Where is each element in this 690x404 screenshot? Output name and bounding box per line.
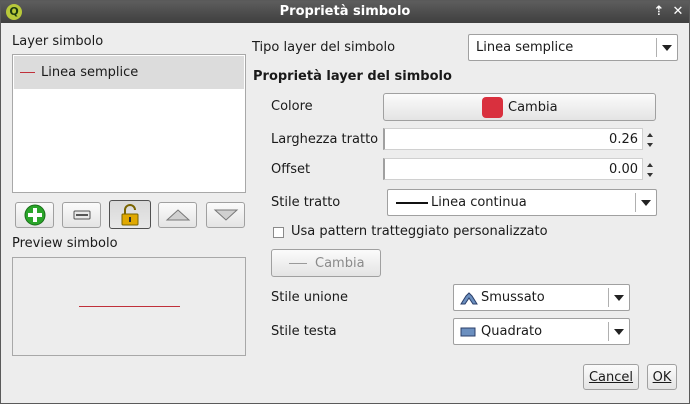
layer-list-label: Layer simbolo (12, 34, 104, 49)
bevel-join-icon (460, 292, 478, 305)
spin-up-icon (647, 163, 653, 167)
cancel-button-label: Cancel (588, 370, 634, 385)
remove-layer-button[interactable] (62, 202, 101, 228)
ok-button-label: OK (652, 370, 672, 385)
spin-arrows[interactable] (644, 159, 656, 181)
line-symbol-icon (20, 72, 35, 73)
move-down-button[interactable] (206, 202, 245, 228)
add-layer-button[interactable] (15, 202, 54, 228)
dash-line-icon (289, 263, 307, 264)
dash-button-label: Cambia (315, 256, 365, 271)
width-value: 0.26 (609, 132, 638, 147)
join-style-combo[interactable]: Smussato (453, 284, 630, 311)
chevron-down-icon (614, 328, 624, 335)
chevron-down-icon (641, 199, 651, 206)
chevron-down-icon (662, 44, 672, 51)
window-title: Proprietà simbolo (279, 4, 411, 19)
arrow-down-icon (213, 209, 238, 221)
symbol-type-label: Tipo layer del simbolo (252, 40, 396, 55)
maximize-icon[interactable]: ⇡ (651, 3, 667, 21)
cap-style-label: Stile testa (271, 324, 337, 339)
list-item-label: Linea semplice (41, 65, 139, 80)
lock-layer-button[interactable] (109, 200, 151, 229)
section-title: Proprietà layer del simbolo (253, 69, 452, 84)
close-icon[interactable]: ✕ (670, 3, 686, 21)
spin-arrows[interactable] (644, 129, 656, 151)
preview-label: Preview simbolo (12, 236, 118, 251)
plus-icon (24, 204, 45, 226)
arrow-up-icon (165, 209, 190, 221)
offset-value: 0.00 (609, 162, 638, 177)
cap-style-combo[interactable]: Quadrato (453, 318, 630, 345)
color-change-button[interactable]: Cambia (383, 93, 656, 121)
width-label: Larghezza tratto (271, 132, 379, 147)
color-button-label: Cambia (508, 100, 558, 115)
symbol-type-combo[interactable]: Linea semplice (468, 34, 678, 61)
cap-style-value: Quadrato (481, 324, 543, 339)
offset-label: Offset (271, 162, 311, 177)
symbol-type-value: Linea semplice (476, 40, 574, 55)
move-up-button[interactable] (158, 202, 197, 228)
pen-style-label: Stile tratto (271, 195, 341, 210)
spin-up-icon (647, 133, 653, 137)
preview-line (79, 306, 180, 307)
color-label: Colore (271, 99, 313, 114)
cancel-button[interactable]: Cancel (583, 364, 639, 390)
color-swatch (482, 97, 503, 118)
join-style-label: Stile unione (271, 290, 348, 305)
chevron-down-icon (614, 294, 624, 301)
spin-down-icon (647, 143, 653, 147)
pen-style-value: Linea continua (431, 195, 527, 210)
spin-down-icon (647, 173, 653, 177)
square-cap-icon (460, 327, 476, 337)
list-item[interactable]: Linea semplice (14, 56, 244, 89)
pen-style-combo[interactable]: Linea continua (387, 189, 657, 216)
title-bar: Q Proprietà simbolo ⇡ ✕ (1, 1, 689, 23)
offset-spinbox[interactable]: 0.00 (383, 158, 653, 180)
custom-dash-label: Usa pattern tratteggiato personalizzato (291, 224, 548, 239)
symbol-preview (12, 257, 246, 356)
ok-button[interactable]: OK (647, 364, 677, 390)
lock-icon (121, 204, 139, 226)
custom-dash-checkbox[interactable] (273, 227, 284, 238)
layer-list[interactable]: Linea semplice (12, 54, 246, 193)
dash-change-button[interactable]: Cambia (271, 249, 381, 277)
minus-icon (73, 210, 90, 220)
solid-line-icon (396, 202, 428, 204)
join-style-value: Smussato (481, 290, 545, 305)
width-spinbox[interactable]: 0.26 (383, 128, 653, 150)
symbol-properties-dialog: Q Proprietà simbolo ⇡ ✕ Layer simbolo Li… (0, 0, 690, 404)
